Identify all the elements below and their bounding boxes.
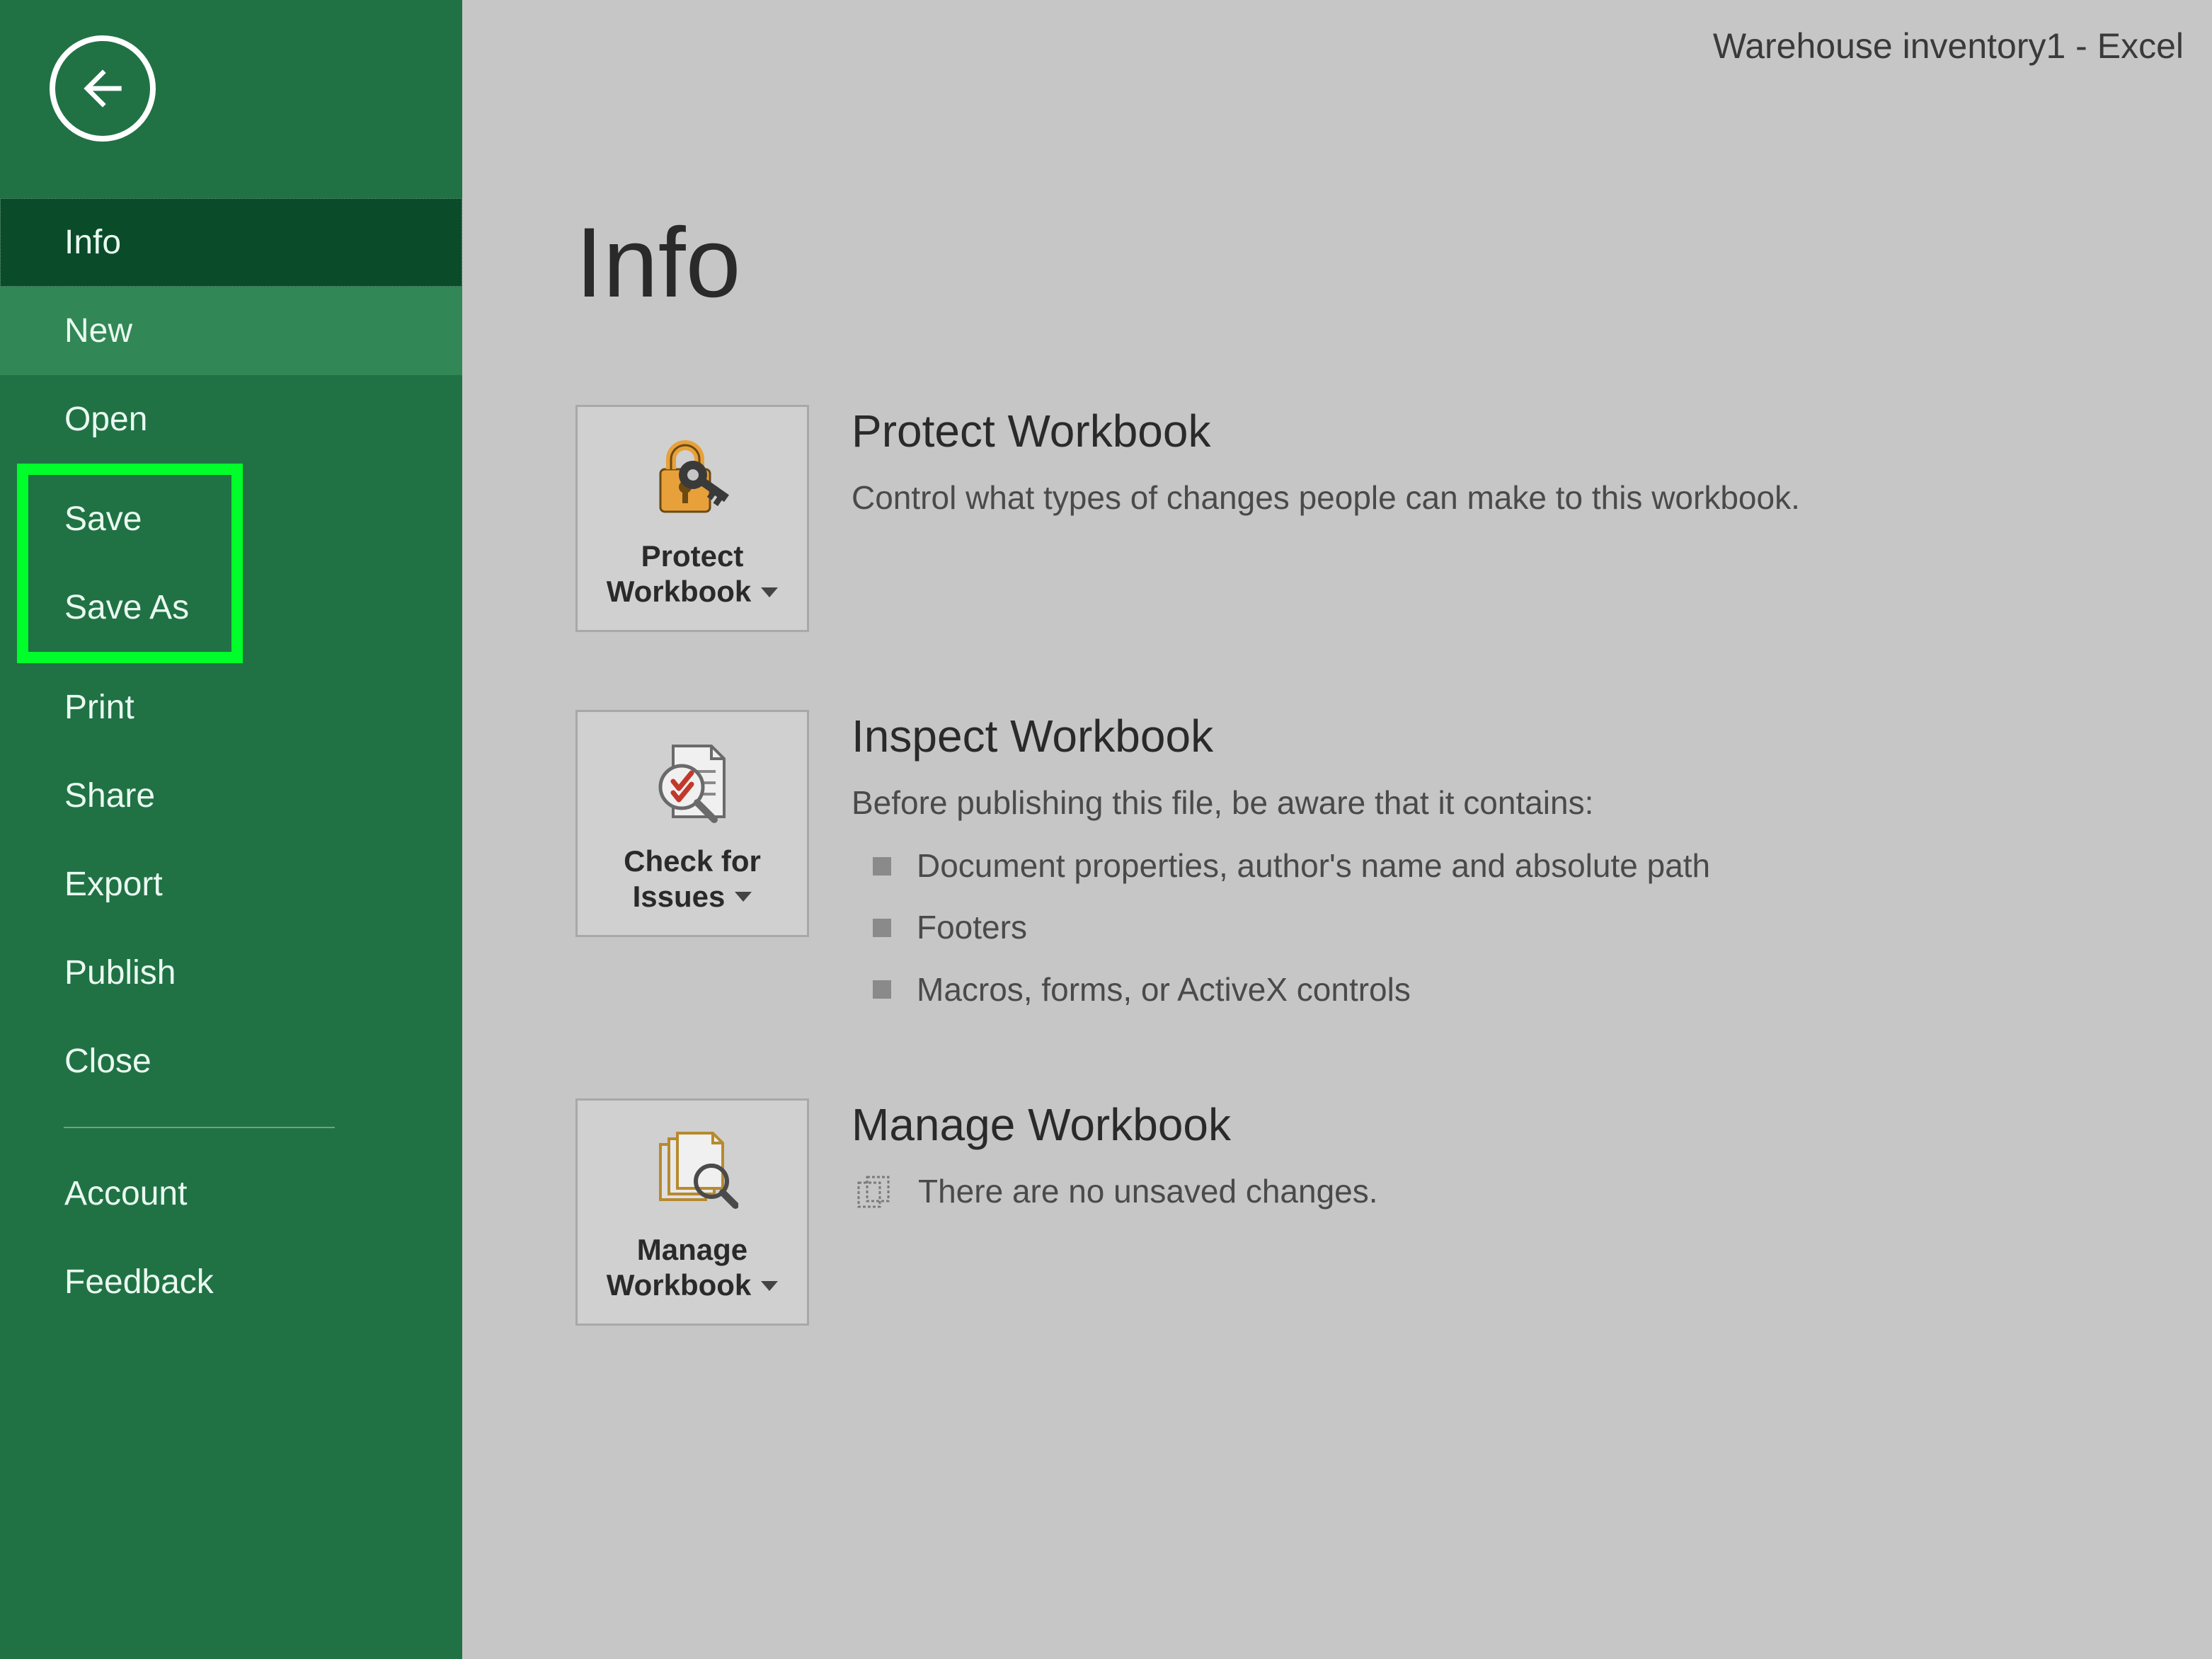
sidebar-item-publish[interactable]: Publish [0, 929, 462, 1017]
sidebar-item-print[interactable]: Print [0, 663, 462, 752]
inspect-item: Footers [852, 897, 2212, 958]
sidebar-item-account[interactable]: Account [0, 1149, 462, 1238]
backstage-sidebar: Info New Open Save Save As Print Share E… [0, 0, 462, 1659]
back-button[interactable] [50, 35, 156, 142]
chevron-down-icon [735, 892, 752, 902]
backstage-main: Warehouse inventory1 - Excel Info [462, 0, 2212, 1659]
protect-workbook-desc: Control what types of changes people can… [852, 473, 2212, 523]
inspect-button-label-line2: Issues [633, 879, 726, 914]
protect-workbook-button[interactable]: Protect Workbook [575, 405, 809, 632]
inspect-workbook-heading: Inspect Workbook [852, 710, 2212, 762]
sidebar-item-open[interactable]: Open [0, 375, 462, 464]
inspect-button-label-line1: Check for [624, 844, 761, 879]
manage-workbook-button[interactable]: Manage Workbook [575, 1098, 809, 1326]
manage-button-label-line1: Manage [637, 1232, 747, 1268]
sidebar-item-export[interactable]: Export [0, 840, 462, 929]
manage-documents-icon [646, 1127, 738, 1212]
protect-workbook-heading: Protect Workbook [852, 405, 2212, 457]
sidebar-item-close[interactable]: Close [0, 1017, 462, 1106]
square-bullet-icon [873, 919, 891, 937]
inspect-item-text: Footers [917, 902, 1027, 953]
section-manage-workbook: Manage Workbook Manage Workbook There ar… [575, 1098, 2212, 1326]
square-bullet-icon [873, 980, 891, 999]
sidebar-item-feedback[interactable]: Feedback [0, 1238, 462, 1326]
page-title: Info [575, 205, 2212, 320]
inspect-workbook-desc: Before publishing this file, be aware th… [852, 778, 2212, 828]
sidebar-item-save-as[interactable]: Save As [28, 563, 231, 652]
protect-button-label-line2: Workbook [607, 574, 752, 609]
section-protect-workbook: Protect Workbook Protect Workbook Contro… [575, 405, 2212, 632]
section-inspect-workbook: Check for Issues Inspect Workbook Before… [575, 710, 2212, 1021]
chevron-down-icon [761, 587, 778, 597]
chevron-down-icon [761, 1281, 778, 1291]
inspect-item-text: Macros, forms, or ActiveX controls [917, 965, 1411, 1015]
sidebar-item-share[interactable]: Share [0, 752, 462, 840]
versions-icon [854, 1173, 893, 1211]
tutorial-highlight: Save Save As [17, 464, 243, 663]
manage-workbook-heading: Manage Workbook [852, 1098, 2212, 1151]
manage-button-label-line2: Workbook [607, 1268, 752, 1303]
inspect-item: Document properties, author's name and a… [852, 835, 2212, 897]
manage-workbook-desc: There are no unsaved changes. [918, 1166, 1378, 1217]
sidebar-divider [64, 1127, 335, 1128]
arrow-left-icon [74, 60, 131, 117]
inspect-document-icon [646, 739, 738, 824]
lock-key-icon [646, 434, 738, 519]
square-bullet-icon [873, 857, 891, 876]
check-for-issues-button[interactable]: Check for Issues [575, 710, 809, 937]
sidebar-item-save[interactable]: Save [28, 475, 231, 563]
inspect-item-text: Document properties, author's name and a… [917, 841, 1710, 891]
protect-button-label-line1: Protect [641, 539, 744, 574]
sidebar-item-info[interactable]: Info [0, 198, 462, 287]
window-title: Warehouse inventory1 - Excel [1713, 25, 2184, 67]
sidebar-item-new[interactable]: New [0, 287, 462, 375]
inspect-item: Macros, forms, or ActiveX controls [852, 959, 2212, 1021]
